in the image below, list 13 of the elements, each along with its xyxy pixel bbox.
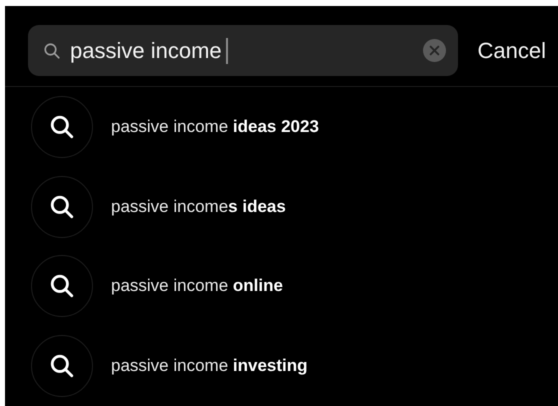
cancel-button[interactable]: Cancel bbox=[478, 38, 546, 64]
suggestion-item[interactable]: passive income ideas 2023 bbox=[111, 116, 319, 137]
search-field[interactable]: passive income bbox=[28, 25, 458, 76]
text-cursor bbox=[226, 38, 228, 64]
search-icon bbox=[49, 114, 75, 140]
search-icon bbox=[43, 42, 61, 60]
suggestion-item[interactable]: passive incomes ideas bbox=[111, 196, 286, 217]
search-icon bbox=[49, 353, 75, 380]
suggestion-item[interactable]: passive income online bbox=[111, 276, 283, 296]
search-icon bbox=[49, 273, 75, 300]
search-icon bbox=[49, 194, 75, 220]
suggestion-item[interactable]: passive income investing bbox=[111, 356, 308, 376]
clear-icon[interactable] bbox=[422, 39, 446, 62]
